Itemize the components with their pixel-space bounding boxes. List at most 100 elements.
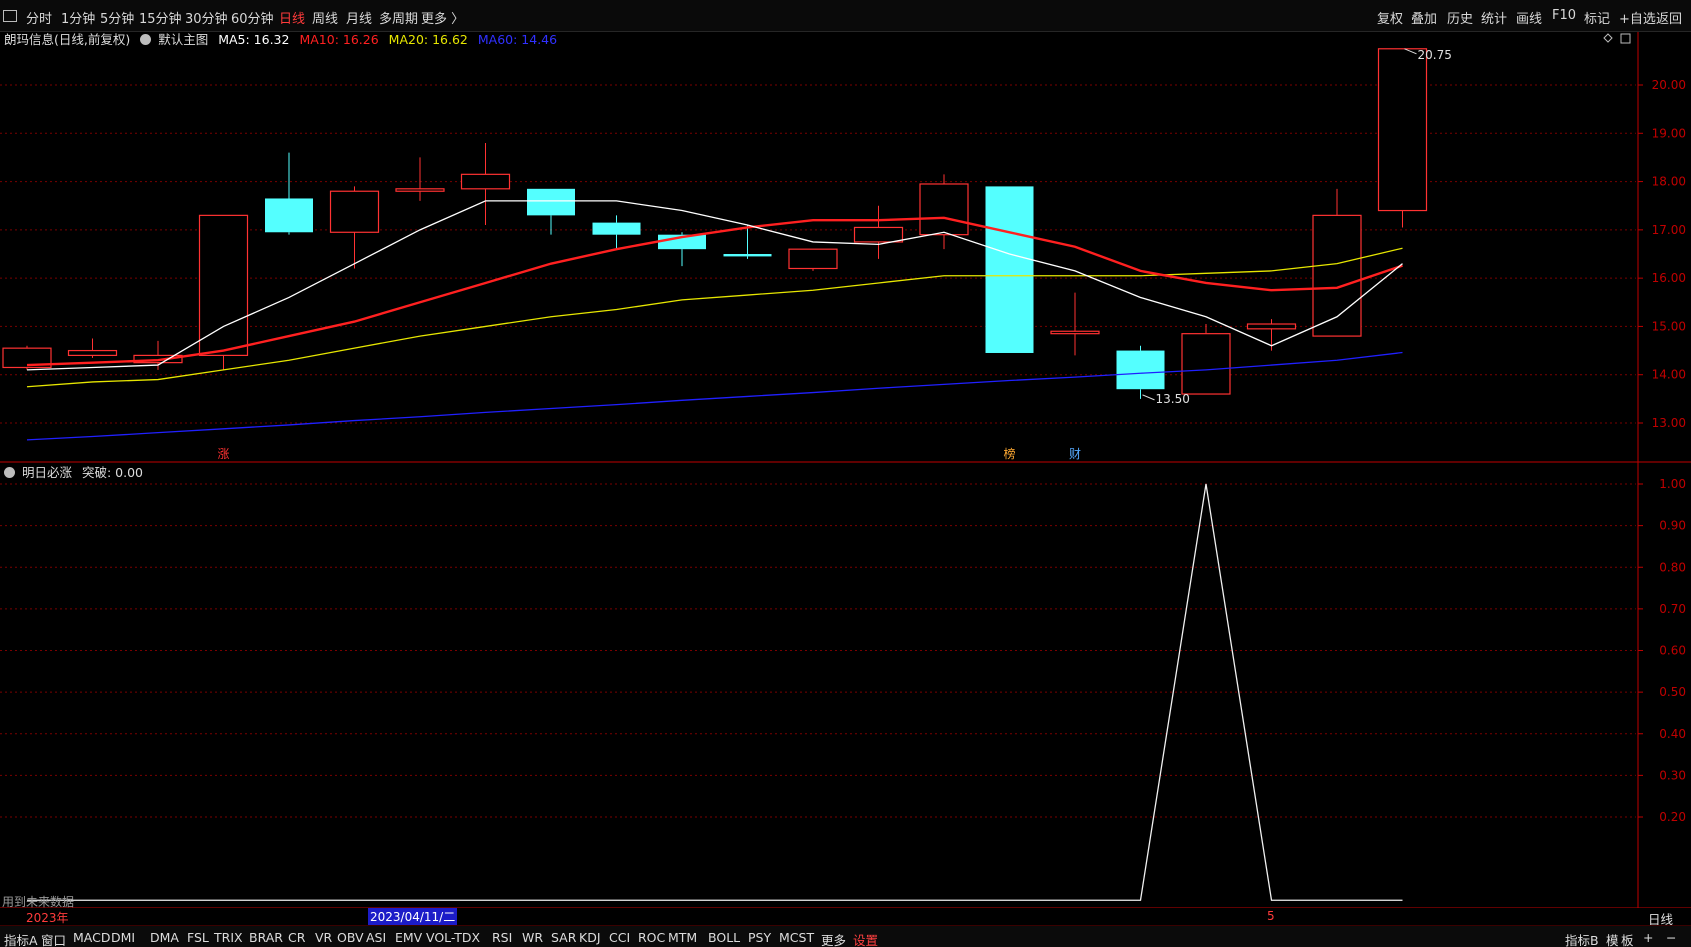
candle-body [1377,48,1428,212]
indicator-tab-20[interactable]: MTM [668,930,697,945]
candle-body [853,226,904,243]
indicator-tab-5[interactable]: FSL [187,930,209,945]
tool-btn-5[interactable]: F10 [1552,8,1576,23]
candle-body [723,254,772,257]
indicator-tab-19[interactable]: ROC [638,930,665,945]
bottom-ctrl-1[interactable]: 模 [1606,930,1619,947]
tool-btn-4[interactable]: 画线 [1516,8,1542,27]
indicator-tab-25[interactable]: 设置 [853,930,878,947]
tool-btn-3[interactable]: 统计 [1481,8,1507,27]
event-marker-label: 榜 [1003,446,1015,461]
candle-body [919,183,969,236]
candle-body [265,198,313,233]
price-tick-label: 15.00 [1652,319,1686,333]
chart-area[interactable]: 20.00 19.00 18.00 17.00 16.00 15.00 14.00 13.00… [0,32,1691,908]
indicator-tab-2[interactable]: MACD [73,930,110,945]
indicator-tab-3[interactable]: DMI [111,930,135,945]
indicator-tab-16[interactable]: SAR [551,930,576,945]
indicator-tab-1[interactable]: 窗口 [41,930,66,947]
indicator-tab-9[interactable]: VR [315,930,332,945]
indicator-tab-7[interactable]: BRAR [249,930,283,945]
candle-body [788,248,838,270]
indicator-tab-8[interactable]: CR [288,930,305,945]
candle-body [198,214,249,356]
indicator-tab-18[interactable]: CCI [609,930,630,945]
candle-body [985,186,1034,353]
candle-body [395,188,445,192]
cursor-date: 2023/04/11/二 [368,908,458,925]
candle-body [1246,323,1297,330]
price-tick-label: 20.00 [1652,78,1686,92]
bottom-ctrl-4[interactable]: − [1666,930,1676,945]
candle-body [1312,214,1362,337]
indicator-tab-15[interactable]: WR [522,930,543,945]
pane-maximize-icon [1620,33,1631,44]
indicator-tick-label: 0.70 [1659,602,1686,616]
month-label: 5 [1267,909,1275,923]
tool-btn-1[interactable]: 叠加 [1411,8,1437,27]
candle-body [1181,333,1231,395]
candle-body [527,188,575,216]
indicator-tab-4[interactable]: DMA [150,930,179,945]
indicator-tab-10[interactable]: OBV [337,930,364,945]
period-btn-0[interactable]: 分时 [26,8,52,27]
tool-btn-8[interactable]: 返回 [1656,8,1682,27]
indicator-tick-label: 0.80 [1659,560,1686,574]
event-marker-label: 财 [1069,447,1081,461]
indicator-tab-12[interactable]: EMV [395,930,422,945]
tool-btn-7[interactable]: +自选 [1619,8,1656,27]
bottom-ctrl-2[interactable]: 板 [1621,930,1634,947]
indicator-tab-23[interactable]: MCST [779,930,814,945]
candle-body [592,222,641,235]
indicator-tab-17[interactable]: KDJ [579,930,601,945]
indicator-tab-22[interactable]: PSY [748,930,771,945]
price-tick-label: 18.00 [1652,175,1686,189]
period-btn-6[interactable]: 日线 [279,8,305,27]
tool-btn-2[interactable]: 历史 [1447,8,1473,27]
pane-diamond-icon [1603,33,1613,43]
indicator-tab-0[interactable]: 指标A [4,930,38,947]
period-btn-8[interactable]: 月线 [346,8,372,27]
indicator-tab-13[interactable]: VOL-TDX [426,930,480,945]
indicator-tab-21[interactable]: BOLL [708,930,740,945]
high-price-label: 20.75 [1418,48,1452,62]
indicator-tick-label: 0.40 [1659,727,1686,741]
low-arrow [1142,394,1155,401]
indicator-tab-14[interactable]: RSI [492,930,512,945]
indicator-tab-11[interactable]: ASI [366,930,386,945]
indicator-tick-label: 0.60 [1659,644,1686,658]
price-tick-label: 17.00 [1652,223,1686,237]
price-tick-label: 14.00 [1652,368,1686,382]
indicator-tick-label: 1.00 [1659,477,1686,491]
indicator-tick-label: 0.30 [1659,768,1686,782]
date-axis: 2023年 2023/04/11/二 5 日线 [0,908,1691,927]
low-price-label: 13.50 [1156,392,1190,406]
indicator-tabs-bar: 指标A 窗口 MACD DMI DMA FSL TRIX BRAR CR VR OBV ASI EMV V… [0,925,1691,947]
period-btn-1[interactable]: 1分钟 [61,8,95,27]
period-btn-2[interactable]: 5分钟 [100,8,134,27]
tool-btn-6[interactable]: 标记 [1584,8,1610,27]
year-label: 2023年 [26,911,69,925]
period-toolbar: 分时 1分钟 5分钟 15分钟 30分钟 60分钟 日线 周线 月线 多周期 更多 〉 复权 叠加 历史… [0,0,1691,32]
tool-btn-0[interactable]: 复权 [1377,8,1403,27]
period-btn-3[interactable]: 15分钟 [139,8,182,27]
menu-icon[interactable] [3,10,17,22]
period-btn-10[interactable]: 更多 〉 [421,8,464,27]
bottom-ctrl-3[interactable]: + [1643,930,1653,945]
price-tick-label: 19.00 [1652,126,1686,140]
period-btn-5[interactable]: 60分钟 [231,8,274,27]
bottom-ctrl-0[interactable]: 指标B [1565,930,1599,947]
period-btn-9[interactable]: 多周期 [379,8,418,27]
indicator-tab-6[interactable]: TRIX [214,930,243,945]
event-marker-label: 涨 [217,446,229,461]
indicator-tick-label: 0.20 [1659,810,1686,824]
indicator-tick-label: 0.90 [1659,519,1686,533]
candle-body [1116,350,1165,390]
period-btn-4[interactable]: 30分钟 [185,8,228,27]
price-tick-label: 13.00 [1652,416,1686,430]
indicator-tick-label: 0.50 [1659,685,1686,699]
period-btn-7[interactable]: 周线 [312,8,338,27]
candle-body [460,173,511,190]
price-tick-label: 16.00 [1652,271,1686,285]
indicator-tab-24[interactable]: 更多 [821,930,846,947]
